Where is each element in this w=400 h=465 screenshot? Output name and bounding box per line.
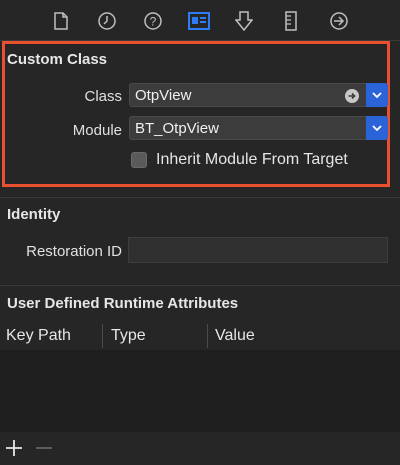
identity-icon[interactable] (188, 10, 210, 32)
clock-icon[interactable] (96, 10, 118, 32)
navigate-arrow-icon[interactable] (345, 89, 359, 103)
chevron-down-icon (372, 92, 382, 98)
restoration-id-label: Restoration ID (26, 243, 122, 260)
section-divider (0, 197, 400, 198)
module-dropdown-button[interactable] (366, 116, 388, 140)
restoration-id-field[interactable] (128, 237, 388, 263)
section-divider (0, 285, 400, 286)
class-dropdown-button[interactable] (366, 83, 388, 107)
column-divider (102, 324, 103, 348)
module-combobox[interactable]: BT_OtpView (129, 116, 388, 140)
class-value[interactable]: OtpView (135, 87, 191, 104)
identity-title: Identity (7, 206, 61, 223)
column-value[interactable]: Value (215, 327, 255, 345)
runtime-attributes-title: User Defined Runtime Attributes (7, 295, 239, 312)
remove-attribute-button[interactable] (35, 439, 53, 457)
add-attribute-button[interactable] (5, 439, 23, 457)
attributes-table-body[interactable] (0, 350, 400, 432)
file-icon[interactable] (50, 10, 72, 32)
column-divider (207, 324, 208, 348)
minus-icon (36, 447, 52, 449)
ruler-icon[interactable] (280, 10, 302, 32)
custom-class-title: Custom Class (7, 51, 108, 68)
connections-icon[interactable] (328, 10, 350, 32)
inherit-module-label[interactable]: Inherit Module From Target (156, 151, 348, 169)
class-combobox[interactable]: OtpView (129, 83, 388, 107)
module-value[interactable]: BT_OtpView (135, 120, 219, 137)
module-label: Module (72, 122, 122, 139)
column-type[interactable]: Type (111, 327, 146, 345)
svg-text:?: ? (150, 15, 157, 29)
attributes-icon[interactable] (233, 10, 255, 32)
inherit-module-checkbox[interactable] (131, 152, 147, 168)
plus-icon (6, 440, 22, 456)
table-footer (0, 432, 400, 465)
class-label: Class (84, 88, 122, 105)
help-icon[interactable]: ? (142, 10, 164, 32)
chevron-down-icon (372, 125, 382, 131)
column-key-path[interactable]: Key Path (6, 327, 71, 345)
inspector-toolbar: ? (0, 0, 400, 40)
attributes-table-header: Key Path Type Value (0, 322, 400, 350)
